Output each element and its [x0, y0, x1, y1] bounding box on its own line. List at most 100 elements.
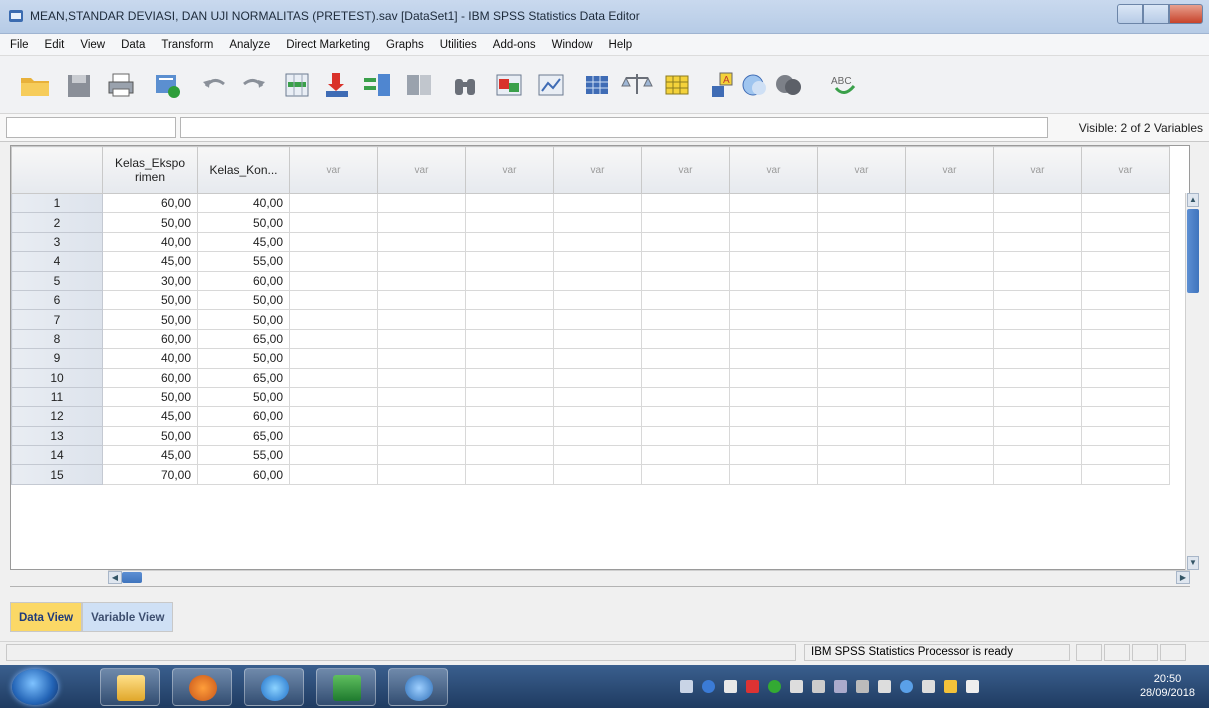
empty-cell[interactable] [993, 425, 1082, 447]
menu-view[interactable]: View [74, 39, 115, 51]
column-header-var[interactable]: var [905, 146, 994, 194]
empty-cell[interactable] [1081, 367, 1170, 388]
empty-cell[interactable] [289, 289, 378, 311]
empty-cell[interactable] [377, 386, 466, 408]
taskbar-media-player[interactable] [172, 668, 232, 706]
empty-cell[interactable] [729, 328, 818, 350]
antivirus-icon[interactable] [746, 679, 759, 693]
empty-cell[interactable] [729, 309, 818, 330]
empty-cell[interactable] [377, 192, 466, 214]
taskbar-explorer[interactable] [100, 668, 160, 706]
column-header-var[interactable]: var [993, 146, 1082, 194]
empty-cell[interactable] [817, 251, 906, 272]
empty-cell[interactable] [993, 348, 1082, 369]
empty-cell[interactable] [1081, 309, 1170, 330]
empty-cell[interactable] [905, 328, 994, 350]
empty-cell[interactable] [905, 270, 994, 291]
tab-data-view[interactable]: Data View [10, 602, 83, 632]
taskbar-excel[interactable] [316, 668, 376, 706]
empty-cell[interactable] [905, 367, 994, 388]
scroll-right-icon[interactable]: ▶ [1176, 571, 1190, 584]
empty-cell[interactable] [641, 192, 730, 214]
empty-cell[interactable] [289, 464, 378, 485]
menu-edit[interactable]: Edit [39, 39, 75, 51]
empty-cell[interactable] [905, 406, 994, 427]
cell-kelas-eksperimen[interactable]: 50,00 [102, 309, 198, 330]
cell-kelas-eksperimen[interactable]: 50,00 [102, 212, 198, 233]
find-icon[interactable] [448, 70, 482, 100]
usb-icon[interactable] [812, 679, 825, 693]
empty-cell[interactable] [289, 425, 378, 447]
empty-cell[interactable] [817, 192, 906, 214]
power-icon[interactable] [900, 679, 913, 693]
empty-cell[interactable] [377, 328, 466, 350]
cell-kelas-eksperimen[interactable]: 50,00 [102, 386, 198, 408]
row-number[interactable]: 8 [11, 328, 103, 350]
empty-cell[interactable] [729, 192, 818, 214]
empty-cell[interactable] [993, 251, 1082, 272]
redo-icon[interactable] [236, 70, 270, 100]
empty-cell[interactable] [289, 386, 378, 408]
empty-cell[interactable] [817, 425, 906, 447]
empty-cell[interactable] [465, 367, 554, 388]
cell-kelas-kontrol[interactable]: 40,00 [197, 192, 290, 214]
empty-cell[interactable] [641, 212, 730, 233]
cell-kelas-eksperimen[interactable]: 60,00 [102, 328, 198, 350]
run-descriptives-icon[interactable] [402, 70, 436, 100]
empty-cell[interactable] [993, 289, 1082, 311]
empty-cell[interactable] [553, 406, 642, 427]
empty-cell[interactable] [465, 212, 554, 233]
empty-cell[interactable] [1081, 445, 1170, 466]
empty-cell[interactable] [641, 289, 730, 311]
empty-cell[interactable] [553, 386, 642, 408]
empty-cell[interactable] [1081, 231, 1170, 253]
empty-cell[interactable] [729, 367, 818, 388]
empty-cell[interactable] [553, 212, 642, 233]
empty-cell[interactable] [289, 406, 378, 427]
column-header-var[interactable]: var [465, 146, 554, 194]
print-icon[interactable] [104, 70, 138, 100]
battery-icon[interactable] [922, 679, 935, 693]
start-button[interactable] [12, 669, 58, 705]
empty-cell[interactable] [905, 251, 994, 272]
menu-utilities[interactable]: Utilities [434, 39, 487, 51]
split-file-icon[interactable] [580, 70, 614, 100]
empty-cell[interactable] [553, 328, 642, 350]
empty-cell[interactable] [289, 445, 378, 466]
empty-cell[interactable] [465, 251, 554, 272]
empty-cell[interactable] [377, 270, 466, 291]
row-number[interactable]: 3 [11, 231, 103, 253]
empty-cell[interactable] [289, 251, 378, 272]
insert-cases-icon[interactable] [492, 70, 526, 100]
empty-cell[interactable] [905, 212, 994, 233]
language-icon[interactable] [680, 679, 693, 693]
scroll-down-icon[interactable]: ▼ [1187, 556, 1199, 570]
empty-cell[interactable] [553, 464, 642, 485]
cell-kelas-eksperimen[interactable]: 50,00 [102, 289, 198, 311]
use-sets-icon[interactable] [738, 70, 772, 100]
empty-cell[interactable] [1081, 386, 1170, 408]
tab-variable-view[interactable]: Variable View [82, 602, 174, 632]
column-header-var[interactable]: var [1081, 146, 1170, 194]
empty-cell[interactable] [641, 464, 730, 485]
empty-cell[interactable] [729, 348, 818, 369]
row-number[interactable]: 15 [11, 464, 103, 485]
empty-cell[interactable] [993, 309, 1082, 330]
menu-file[interactable]: File [4, 39, 39, 51]
row-number[interactable]: 12 [11, 406, 103, 427]
empty-cell[interactable] [377, 212, 466, 233]
empty-cell[interactable] [377, 309, 466, 330]
empty-cell[interactable] [289, 270, 378, 291]
empty-cell[interactable] [905, 231, 994, 253]
cell-kelas-eksperimen[interactable]: 70,00 [102, 464, 198, 485]
empty-cell[interactable] [993, 445, 1082, 466]
tray-app-icon[interactable] [724, 679, 737, 693]
network-icon[interactable] [856, 679, 869, 693]
empty-cell[interactable] [817, 386, 906, 408]
empty-cell[interactable] [817, 348, 906, 369]
empty-cell[interactable] [641, 425, 730, 447]
row-number[interactable]: 1 [11, 192, 103, 214]
save-icon[interactable] [62, 70, 96, 100]
cell-kelas-kontrol[interactable]: 65,00 [197, 425, 290, 447]
empty-cell[interactable] [729, 406, 818, 427]
